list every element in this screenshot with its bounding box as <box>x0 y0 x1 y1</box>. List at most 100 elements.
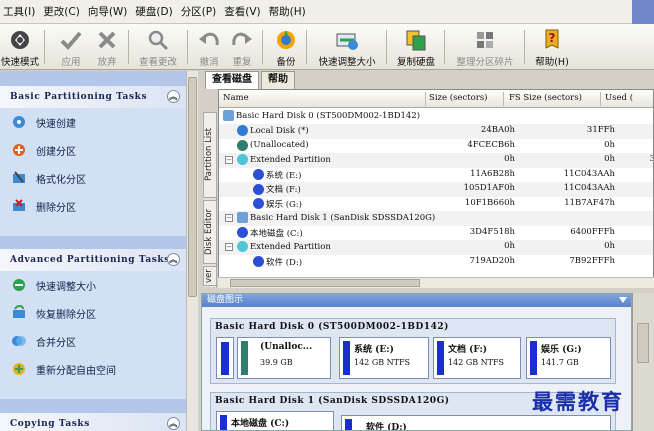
task-redistribute-space[interactable]: 重新分配自由空间 <box>0 355 186 383</box>
defrag-button[interactable]: 整理分区碎片 <box>452 26 518 68</box>
basic-tasks-header[interactable]: Basic Partitioning Tasks ︽ <box>0 86 186 108</box>
table-row[interactable]: Basic Hard Disk 0 (ST500DM002-1BD142) <box>219 109 653 124</box>
task-label: 删除分区 <box>36 202 76 214</box>
task-label: 创建分区 <box>36 146 76 158</box>
backup-button[interactable]: 备份 <box>270 26 302 68</box>
redo-label: 重复 <box>232 57 252 68</box>
row-fs-size: 31FFh <box>586 125 615 135</box>
column-divider[interactable] <box>503 92 504 106</box>
menu-bar: 工具(I) 更改(C) 向导(W) 硬盘(D) 分区(P) 查看(V) 帮助(H… <box>0 0 654 24</box>
tab-partition-list[interactable]: Partition List <box>203 112 217 198</box>
collapse-icon[interactable]: ︽ <box>167 253 180 266</box>
menu-changes[interactable]: 更改(C) <box>40 4 85 19</box>
row-name: Extended Partition <box>250 154 331 165</box>
row-fs-size: 11C043AAh <box>563 183 615 193</box>
view-changes-button[interactable]: 查看更改 <box>135 26 181 68</box>
row-name: (Unallocated) <box>250 140 309 150</box>
partition-name: 文档 (F:) <box>448 345 488 355</box>
tab-disk-editor[interactable]: Disk Editor <box>203 200 217 264</box>
disk0-map[interactable]: Basic Hard Disk 0 (ST500DM002-1BD142) (U… <box>210 318 616 384</box>
menu-disk[interactable]: 硬盘(D) <box>132 4 177 19</box>
disk0-unallocated[interactable]: (Unalloc... 39.9 GB <box>237 337 331 379</box>
list-horizontal-scrollbar[interactable] <box>218 277 654 288</box>
table-row[interactable]: 文档 (F:) 105D1AF0h 11C043AAh <box>219 182 653 197</box>
toolbar-separator <box>524 30 525 64</box>
collapse-icon[interactable]: ︽ <box>167 90 180 103</box>
apply-button[interactable]: 应用 <box>55 26 87 68</box>
column-name[interactable]: Name <box>223 93 249 103</box>
toolbar: 快速模式 应用 放弃 查看更改 撤消 重复 备份 快速调整大小 复制硬盘 整理分… <box>0 24 654 70</box>
table-row[interactable]: 娱乐 (G:) 10F1B660h 11B7AF47h <box>219 197 653 212</box>
table-row[interactable]: (Unallocated) 4FCECB6h 0h <box>219 139 653 154</box>
menu-tools[interactable]: 工具(I) <box>0 4 40 19</box>
table-row[interactable]: 本地磁盘 (C:) 3D4F518h 6400FFFh <box>219 226 653 241</box>
disk0-partition-e[interactable]: 系统 (E:) 142 GB NTFS <box>339 337 429 379</box>
window-edge <box>632 0 654 24</box>
toolbar-separator <box>444 30 445 64</box>
disk1-partition-c[interactable]: 本地磁盘 (C:) <box>216 411 334 430</box>
tab-partial[interactable]: ver <box>203 266 217 286</box>
scrollbar-thumb[interactable] <box>230 279 420 287</box>
undo-button[interactable]: 撤消 <box>194 26 224 68</box>
task-pane-scrollbar[interactable] <box>186 71 198 431</box>
copy-disk-button[interactable]: 复制硬盘 <box>394 26 438 68</box>
menu-wizard[interactable]: 向导(W) <box>85 4 133 19</box>
column-used[interactable]: Used ( <box>605 93 633 103</box>
column-divider[interactable] <box>600 92 601 106</box>
table-row[interactable]: − Extended Partition 0h 0h 3 <box>219 153 653 168</box>
close-icon <box>94 28 120 52</box>
tab-help[interactable]: 帮助 <box>261 71 295 89</box>
row-name: 娱乐 (G:) <box>266 199 302 210</box>
row-size: 24BA0h <box>480 125 515 135</box>
table-row[interactable]: Local Disk (*) 24BA0h 31FFh <box>219 124 653 139</box>
table-row[interactable]: − Extended Partition 0h 0h <box>219 240 653 255</box>
disk0-partition-f[interactable]: 文档 (F:) 142 GB NTFS <box>433 337 521 379</box>
scrollbar-thumb[interactable] <box>637 323 649 363</box>
disk-map-title-bar: 磁盘图示 <box>202 294 631 307</box>
task-undelete-partition[interactable]: 恢复删除分区 <box>0 299 186 327</box>
menu-view[interactable]: 查看(V) <box>221 4 265 19</box>
disk1-partition-d[interactable]: 软件 (D:) <box>341 415 611 430</box>
column-fs-size[interactable]: FS Size (sectors) <box>509 93 582 103</box>
task-label: 快速创建 <box>36 118 76 130</box>
help-button[interactable]: ? 帮助(H) <box>532 26 572 68</box>
undo-icon <box>196 28 222 52</box>
partition-icon <box>253 183 264 195</box>
apply-label: 应用 <box>61 57 81 68</box>
table-row[interactable]: 系统 (E:) 11A6B28h 11C043AAh <box>219 168 653 183</box>
copying-tasks-header[interactable]: Copying Tasks ︽ <box>0 413 186 431</box>
collapse-icon[interactable]: ︽ <box>167 417 180 430</box>
table-row[interactable]: 软件 (D:) 719AD20h 7B92FFFh <box>219 255 653 270</box>
menu-help[interactable]: 帮助(H) <box>266 4 311 19</box>
column-divider[interactable] <box>425 92 426 106</box>
collapse-arrow-icon[interactable] <box>619 297 627 303</box>
menu-partition[interactable]: 分区(P) <box>178 4 222 19</box>
tab-view-disk[interactable]: 查看磁盘 <box>205 71 259 89</box>
discard-button[interactable]: 放弃 <box>91 26 123 68</box>
task-delete-partition[interactable]: 删除分区 <box>0 192 186 220</box>
partition-name: 本地磁盘 (C:) <box>231 419 290 429</box>
quick-mode-icon <box>7 28 33 52</box>
disk0-small-partition[interactable] <box>216 337 234 379</box>
quick-resize-button[interactable]: 快速调整大小 <box>314 26 380 68</box>
expand-toggle[interactable]: − <box>225 243 233 251</box>
disk0-partition-g[interactable]: 娱乐 (G:) 141.7 GB <box>526 337 611 379</box>
column-size[interactable]: Size (sectors) <box>429 93 488 103</box>
task-format-partition[interactable]: 格式化分区 <box>0 164 186 192</box>
disk-map-title: 磁盘图示 <box>207 295 244 305</box>
disk-map-scrollbar[interactable] <box>632 293 654 431</box>
quick-mode-button[interactable]: 快速模式 <box>0 26 40 68</box>
redo-button[interactable]: 重复 <box>227 26 257 68</box>
disk0-label: Basic Hard Disk 0 (ST500DM002-1BD142) <box>215 322 449 332</box>
task-merge-partition[interactable]: 合并分区 <box>0 327 186 355</box>
extended-partition-icon <box>237 241 248 252</box>
help-icon: ? <box>539 28 565 52</box>
scrollbar-thumb[interactable] <box>188 77 197 297</box>
table-row[interactable]: − Basic Hard Disk 1 (SanDisk SDSSDA120G) <box>219 211 653 226</box>
expand-toggle[interactable]: − <box>225 156 233 164</box>
task-quick-create[interactable]: 快速创建 <box>0 108 186 136</box>
task-quick-resize[interactable]: 快速调整大小 <box>0 271 186 299</box>
task-create-partition[interactable]: 创建分区 <box>0 136 186 164</box>
expand-toggle[interactable]: − <box>225 214 233 222</box>
advanced-tasks-header[interactable]: Advanced Partitioning Tasks ︽ <box>0 249 186 271</box>
